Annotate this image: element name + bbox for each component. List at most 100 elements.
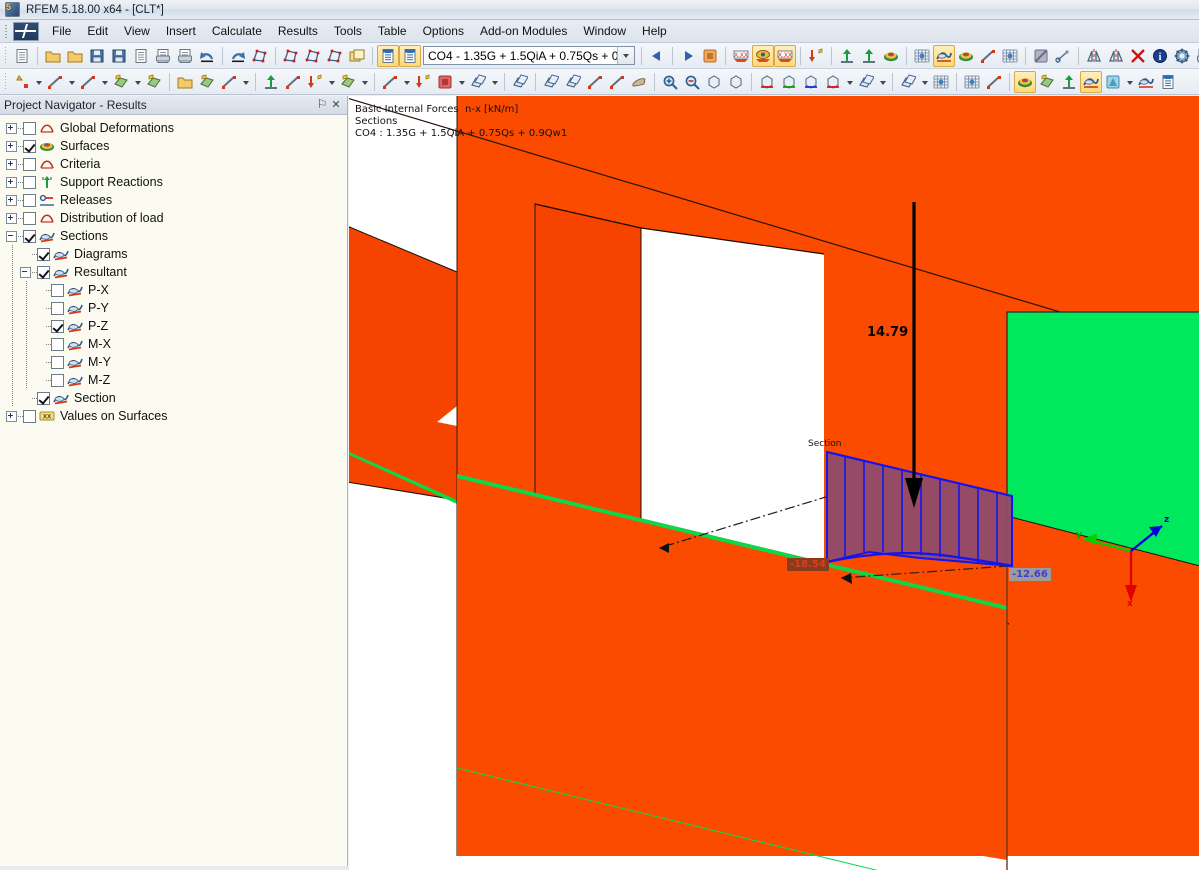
partial-view-button[interactable] [897, 71, 919, 93]
view-in-y-button[interactable] [778, 71, 800, 93]
tree-item-criteria[interactable]: Criteria [6, 155, 347, 173]
tree-checkbox-values-on-surfaces[interactable] [23, 409, 36, 423]
tree-checkbox-section[interactable] [37, 391, 50, 405]
tree-checkbox-m-y[interactable] [51, 355, 64, 369]
surface-contour-button[interactable] [1014, 70, 1036, 93]
zoom-in-button[interactable] [659, 71, 681, 93]
tree-checkbox-p-x[interactable] [51, 283, 64, 297]
new-surface-load-dropdown-arrow[interactable] [359, 71, 370, 93]
new-node-button[interactable] [11, 71, 33, 93]
new-opening-button[interactable] [174, 71, 196, 93]
print-preview-button[interactable] [174, 45, 196, 67]
new-line-dimension-dropdown-arrow[interactable] [99, 71, 110, 93]
new-surface-button[interactable] [110, 71, 132, 93]
visibility-button[interactable] [855, 71, 877, 93]
tree-checkbox-diagrams[interactable] [37, 247, 50, 261]
new-line-support-button[interactable] [282, 71, 304, 93]
show-input-table-button[interactable] [377, 44, 399, 67]
deformation-button[interactable] [933, 44, 955, 67]
fe-nodes-button[interactable] [999, 45, 1021, 67]
show-loads-button[interactable] [805, 45, 827, 67]
menu-item-insert[interactable]: Insert [158, 21, 204, 41]
select-objects-button[interactable] [249, 45, 271, 67]
tree-item-m-x[interactable]: M-X [6, 335, 347, 353]
tables-button[interactable] [1157, 71, 1179, 93]
menu-item-calculate[interactable]: Calculate [204, 21, 270, 41]
tree-item-surfaces[interactable]: Surfaces [6, 137, 347, 155]
surface-results-button[interactable] [955, 45, 977, 67]
new-surface-load-button[interactable] [337, 71, 359, 93]
open-project-button[interactable] [42, 45, 64, 67]
mirror-plane-button[interactable] [1105, 45, 1127, 67]
menu-item-help[interactable]: Help [634, 21, 675, 41]
menu-item-edit[interactable]: Edit [79, 21, 116, 41]
result-panel-button[interactable] [1102, 71, 1124, 93]
menu-item-view[interactable]: View [116, 21, 158, 41]
menu-item-add-on-modules[interactable]: Add-on Modules [472, 21, 575, 41]
new-member-button[interactable] [218, 71, 240, 93]
view-perspective-button[interactable] [725, 71, 747, 93]
collapse-minus-icon[interactable] [6, 230, 17, 242]
copy-object-button[interactable] [467, 71, 489, 93]
delete-button[interactable] [1127, 45, 1149, 67]
render-model-button[interactable] [880, 45, 902, 67]
extrude-button[interactable] [562, 71, 584, 93]
new-member-load-dropdown-arrow[interactable] [401, 71, 412, 93]
tree-item-diagrams[interactable]: Diagrams [6, 245, 347, 263]
new-imperfection-button[interactable] [434, 71, 456, 93]
show-result-values-button[interactable]: X.XX [774, 44, 796, 67]
support-force-button[interactable] [1058, 71, 1080, 93]
menu-item-file[interactable]: File [44, 21, 79, 41]
tree-checkbox-p-y[interactable] [51, 301, 64, 315]
result-panel-dropdown-arrow[interactable] [1124, 71, 1135, 93]
select-same-button[interactable] [324, 45, 346, 67]
menu-item-window[interactable]: Window [575, 21, 634, 41]
tree-checkbox-distribution-of-load[interactable] [23, 211, 36, 225]
save-button[interactable] [108, 45, 130, 67]
scale-button[interactable] [540, 71, 562, 93]
solid-results-button[interactable] [1036, 71, 1058, 93]
show-results-button[interactable] [752, 44, 774, 67]
new-document-button[interactable] [11, 45, 33, 67]
tree-checkbox-sections[interactable] [23, 229, 36, 243]
tree-checkbox-resultant[interactable] [37, 265, 50, 279]
pin-icon[interactable] [315, 98, 329, 112]
menu-item-tools[interactable]: Tools [326, 21, 370, 41]
generate-mesh-button[interactable] [930, 71, 952, 93]
expand-plus-icon[interactable] [6, 140, 17, 152]
tree-item-sections[interactable]: Sections [6, 227, 347, 245]
tree-checkbox-criteria[interactable] [23, 157, 36, 171]
new-member-dropdown-arrow[interactable] [240, 71, 251, 93]
tree-checkbox-surfaces[interactable] [23, 139, 36, 153]
load-case-next-button[interactable] [677, 45, 699, 67]
menu-grip-handle[interactable] [3, 22, 12, 40]
new-load-case-button[interactable] [304, 71, 326, 93]
load-case-combo-dropdown-arrow[interactable] [617, 47, 634, 64]
tree-checkbox-p-z[interactable] [51, 319, 64, 333]
expand-plus-icon[interactable] [6, 194, 17, 206]
tree-checkbox-m-z[interactable] [51, 373, 64, 387]
calculate-button[interactable] [628, 71, 650, 93]
info-button[interactable]: i [1149, 45, 1171, 67]
new-node-dropdown-arrow[interactable] [33, 71, 44, 93]
view-isometric-button[interactable] [703, 71, 725, 93]
expand-plus-icon[interactable] [6, 122, 17, 134]
expand-plus-icon[interactable] [6, 410, 17, 422]
new-thickness-button[interactable] [196, 71, 218, 93]
new-window-button[interactable] [346, 45, 368, 67]
expand-plus-icon[interactable] [6, 212, 17, 224]
view-in-x-button[interactable] [756, 71, 778, 93]
tree-item-p-z[interactable]: P-Z [6, 317, 347, 335]
redo-button[interactable] [227, 45, 249, 67]
new-line-dropdown-arrow[interactable] [66, 71, 77, 93]
tree-item-section[interactable]: Section [6, 389, 347, 407]
measure-button[interactable] [1052, 45, 1074, 67]
connect-lines-button[interactable] [584, 71, 606, 93]
tree-item-global-deformations[interactable]: Global Deformations [6, 119, 347, 137]
zoom-out-button[interactable] [681, 71, 703, 93]
tree-item-p-x[interactable]: P-X [6, 281, 347, 299]
select-special-button[interactable] [280, 45, 302, 67]
new-nodal-support-button[interactable] [260, 71, 282, 93]
new-line-button[interactable] [44, 71, 66, 93]
view-in-z-button[interactable] [800, 71, 822, 93]
